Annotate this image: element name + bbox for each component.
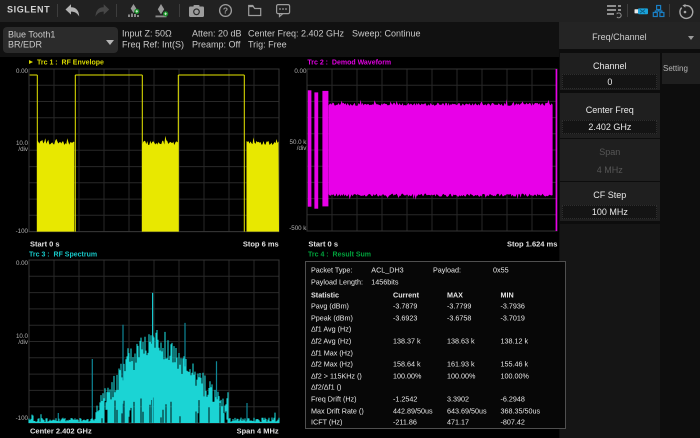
svg-text:?: ? bbox=[223, 5, 228, 15]
